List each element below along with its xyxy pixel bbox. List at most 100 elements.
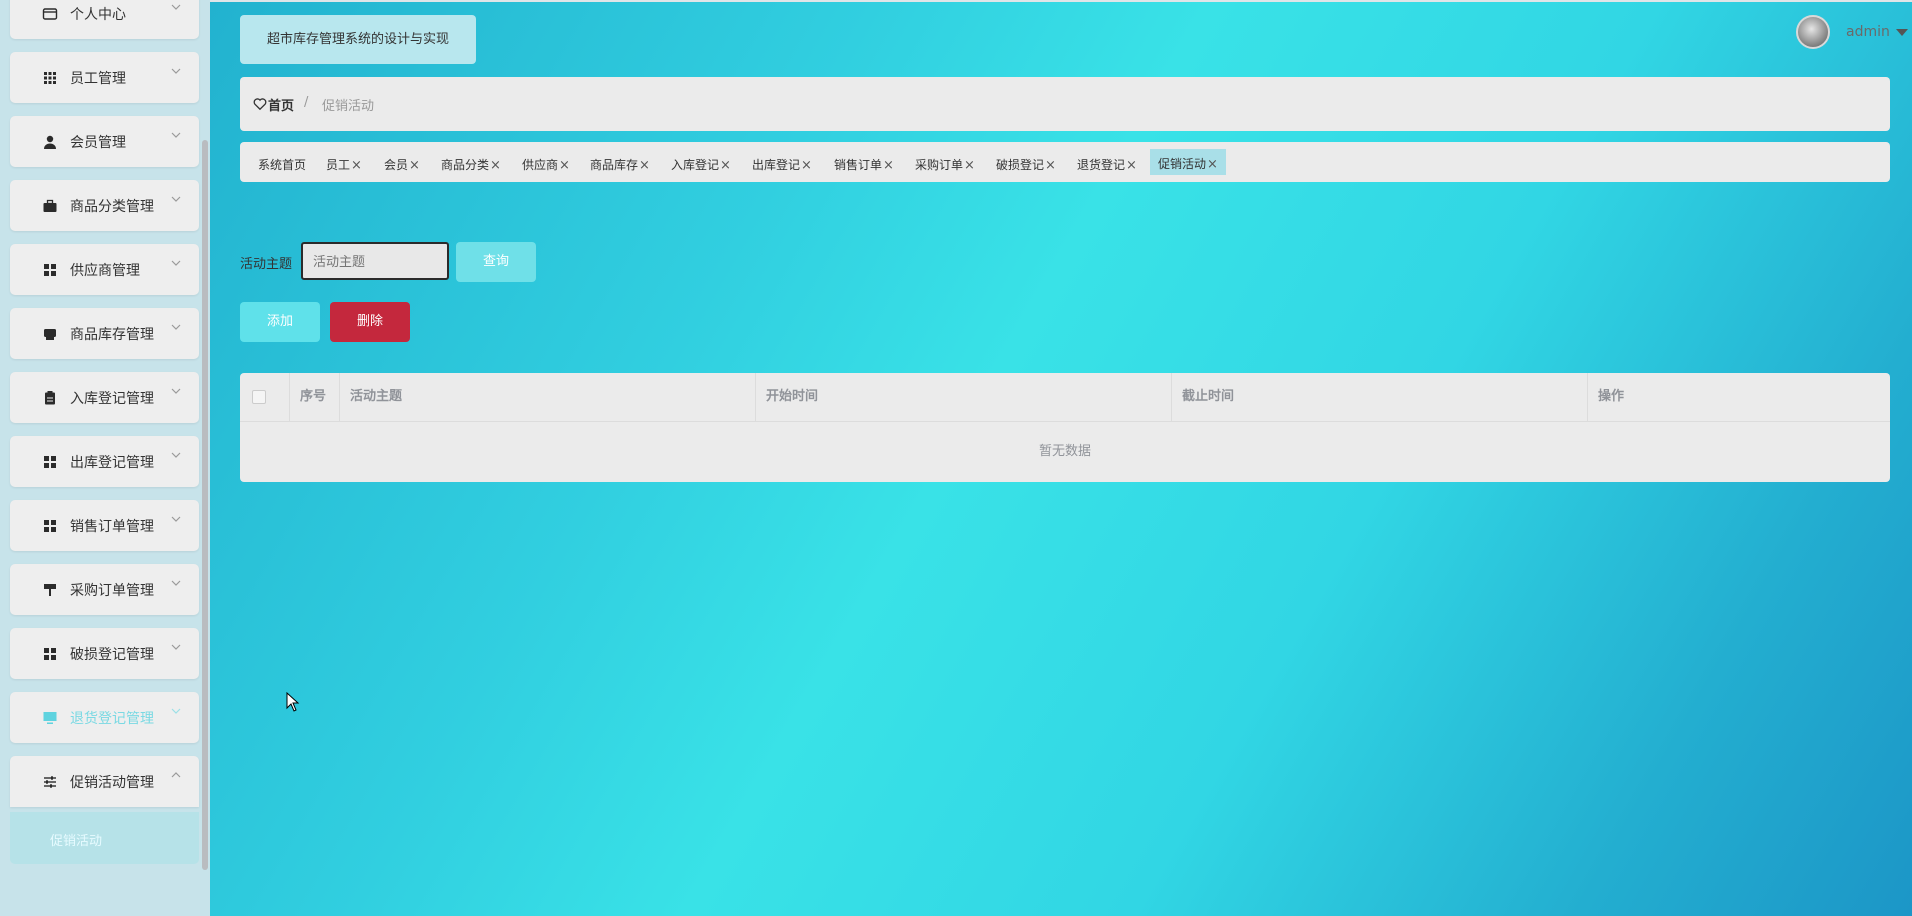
sidebar-subitem-promotions[interactable]: 促销活动 [10, 812, 199, 864]
sidebar-item-promotions[interactable]: 促销活动管理 [10, 756, 199, 807]
breadcrumb-current: 促销活动 [322, 99, 375, 114]
add-button[interactable]: 添加 [240, 302, 320, 342]
sidebar-item-categories[interactable]: 商品分类管理 [10, 180, 199, 231]
sidebar-item-label: 商品库存管理 [70, 327, 154, 343]
sidebar-item-label: 商品分类管理 [70, 199, 154, 215]
tag-returns[interactable]: 退货登记× [1077, 150, 1137, 174]
tag-employees[interactable]: 员工× [326, 150, 362, 174]
data-table: 序号 活动主题 开始时间 截止时间 操作 暂无数据 [240, 373, 1890, 482]
sidebar-item-suppliers[interactable]: 供应商管理 [10, 244, 199, 295]
sidebar-item-sales-orders[interactable]: 销售订单管理 [10, 500, 199, 551]
close-icon[interactable]: × [490, 158, 501, 173]
sidebar-item-profile[interactable]: 个人中心 [10, 0, 199, 39]
tag-purchase-orders[interactable]: 采购订单× [915, 150, 975, 174]
chevron-down-icon [171, 708, 181, 714]
sidebar-item-label: 退货登记管理 [70, 711, 154, 727]
close-icon[interactable]: × [1126, 158, 1137, 173]
sidebar-item-label: 促销活动管理 [70, 775, 154, 791]
sidebar-item-inventory[interactable]: 商品库存管理 [10, 308, 199, 359]
chevron-down-icon [171, 452, 181, 458]
breadcrumb-separator: / [304, 95, 309, 110]
apps-icon [44, 456, 56, 468]
sidebar-item-stock-in[interactable]: 入库登记管理 [10, 372, 199, 423]
close-icon[interactable]: × [559, 158, 570, 173]
avatar[interactable] [1796, 15, 1830, 49]
breadcrumb: 首页 / 促销活动 [240, 77, 1890, 131]
top-border [210, 0, 1912, 2]
close-icon[interactable]: × [964, 158, 975, 173]
tag-label: 员工 [326, 158, 351, 172]
chevron-down-icon [171, 260, 181, 266]
chevron-down-icon [171, 644, 181, 650]
sidebar-item-label: 采购订单管理 [70, 583, 154, 599]
sidebar-item-label: 销售订单管理 [70, 519, 154, 535]
select-all-cell [240, 373, 290, 421]
tag-home[interactable]: 系统首页 [258, 150, 306, 174]
sidebar-item-returns[interactable]: 退货登记管理 [10, 692, 199, 743]
close-icon[interactable]: × [1207, 157, 1218, 172]
tag-sales-orders[interactable]: 销售订单× [834, 150, 894, 174]
sidebar-subitem-label: 促销活动 [50, 834, 103, 849]
sidebar-item-purchase-orders[interactable]: 采购订单管理 [10, 564, 199, 615]
tag-stock-in[interactable]: 入库登记× [671, 150, 731, 174]
briefcase-icon [43, 199, 57, 212]
monitor-icon [43, 712, 57, 724]
tag-label: 破损登记 [996, 158, 1045, 172]
chevron-up-icon [171, 772, 181, 778]
printer-icon [44, 329, 56, 340]
close-icon[interactable]: × [639, 158, 650, 173]
sidebar-item-label: 出库登记管理 [70, 455, 154, 471]
close-icon[interactable]: × [801, 158, 812, 173]
tag-inventory[interactable]: 商品库存× [590, 150, 650, 174]
table-header: 序号 活动主题 开始时间 截止时间 操作 [240, 373, 1890, 422]
caret-down-icon[interactable] [1895, 28, 1908, 36]
tag-stock-out[interactable]: 出库登记× [752, 150, 812, 174]
tag-promotions[interactable]: 促销活动× [1150, 149, 1226, 175]
column-header: 活动主题 [340, 373, 756, 421]
sidebar-item-damage[interactable]: 破损登记管理 [10, 628, 199, 679]
paint-roller-icon [44, 584, 56, 596]
apps-icon [44, 520, 56, 532]
tag-label: 会员 [384, 158, 409, 172]
chevron-down-icon [171, 580, 181, 586]
tag-label: 采购订单 [915, 158, 964, 172]
breadcrumb-home[interactable]: 首页 [268, 95, 294, 114]
delete-button[interactable]: 删除 [330, 302, 410, 342]
sidebar-scrollbar[interactable] [202, 140, 208, 870]
heart-icon [253, 98, 267, 111]
close-icon[interactable]: × [1045, 158, 1056, 173]
user-name[interactable]: admin [1846, 24, 1890, 40]
chevron-down-icon [171, 132, 181, 138]
chevron-down-icon [171, 388, 181, 394]
tag-categories[interactable]: 商品分类× [441, 150, 501, 174]
sidebar-item-stock-out[interactable]: 出库登记管理 [10, 436, 199, 487]
close-icon[interactable]: × [409, 158, 420, 173]
chevron-down-icon [171, 68, 181, 74]
search-label: 活动主题 [240, 257, 293, 272]
chevron-down-icon [171, 324, 181, 330]
grid-icon [44, 72, 56, 84]
tag-label: 入库登记 [671, 158, 720, 172]
tag-label: 退货登记 [1077, 158, 1126, 172]
tag-suppliers[interactable]: 供应商× [522, 150, 570, 174]
tag-damage[interactable]: 破损登记× [996, 150, 1056, 174]
close-icon[interactable]: × [883, 158, 894, 173]
query-button[interactable]: 查询 [456, 242, 536, 282]
column-header: 序号 [290, 373, 340, 421]
chevron-down-icon [171, 4, 181, 10]
sidebar-item-members[interactable]: 会员管理 [10, 116, 199, 167]
user-icon [44, 135, 56, 149]
select-all-checkbox[interactable] [252, 390, 266, 404]
tag-members[interactable]: 会员× [384, 150, 420, 174]
sidebar-item-employees[interactable]: 员工管理 [10, 52, 199, 103]
column-header: 截止时间 [1172, 373, 1588, 421]
sidebar-item-label: 破损登记管理 [70, 647, 154, 663]
tag-label: 销售订单 [834, 158, 883, 172]
tag-label: 促销活动 [1158, 157, 1207, 171]
close-icon[interactable]: × [720, 158, 731, 173]
close-icon[interactable]: × [351, 158, 362, 173]
chevron-down-icon [171, 516, 181, 522]
user-menu[interactable]: admin [1796, 15, 1908, 49]
search-input[interactable] [301, 242, 449, 280]
profile-card-icon [42, 8, 58, 20]
